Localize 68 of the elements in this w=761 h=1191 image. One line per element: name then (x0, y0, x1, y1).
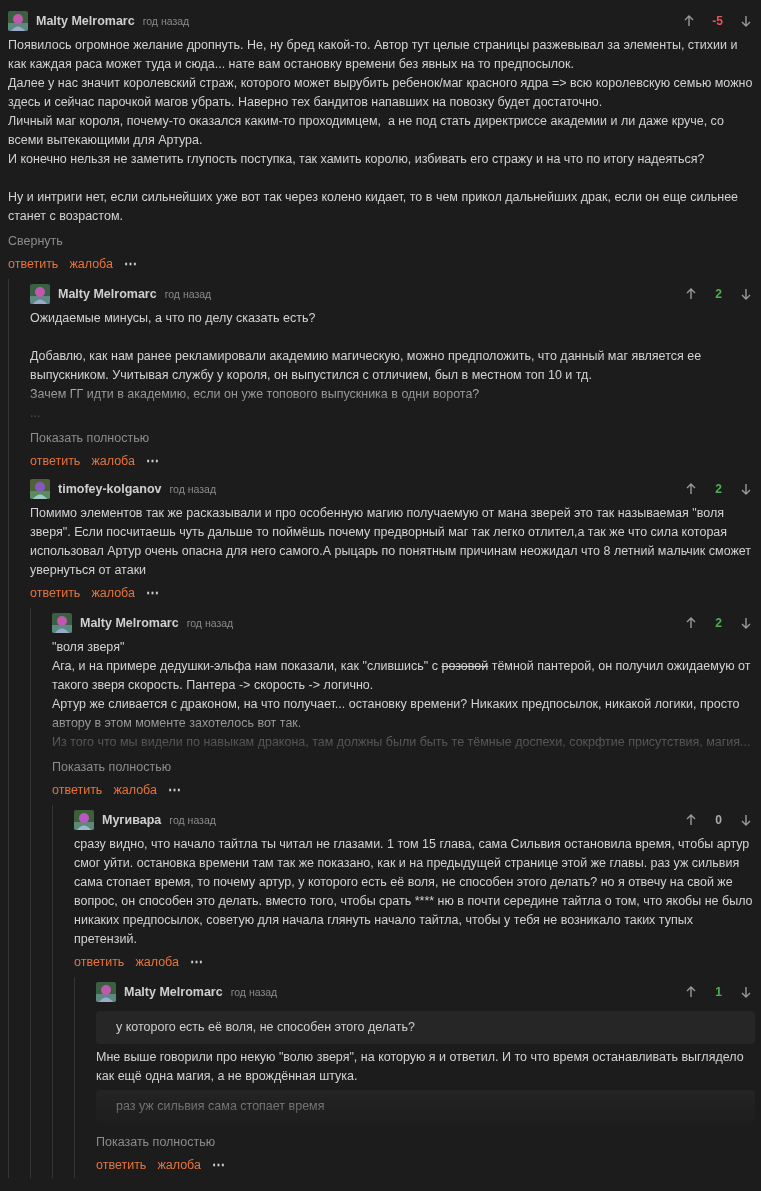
upvote-icon[interactable] (686, 986, 696, 998)
author-name[interactable]: Malty Melromarc (58, 284, 157, 304)
comment-text: И конечно нельзя не заметить глупость поступка, так хамить королю, избивать его стражу и на что по итогу надеяться? (8, 151, 706, 168)
score: 2 (714, 285, 723, 303)
downvote-icon[interactable] (741, 483, 751, 495)
author-name[interactable]: Malty Melromarc (80, 613, 179, 633)
timestamp: год назад (169, 481, 217, 497)
quote-block: у которого есть её воля, не способен этого делать? (96, 1011, 755, 1044)
reply-link[interactable]: ответить (30, 583, 81, 603)
expand-link[interactable]: Свернуть (8, 232, 63, 251)
comment-text: сразу видно, что начало тайтла ты читал не глазами. 1 том 15 глава, сама Сильвия остановила время, чтобы артур смог уйти. остановка времени там так же показано, как и на предыдущей странице этой же главы. раз уж сильвия сама стопает время, то почему артур, у которого есть её воля, не способен этого делать? но я отвечу на свой же вопрос, он способен это делать. вместо того, чтобы срать **** ню в почти середине тайтла о том, что якобы не было никаких предпосылок, советую для начала глянуть начало тайтла, чтобы у тебя не возникало таких тупых претензий. (74, 836, 754, 948)
downvote-icon[interactable] (741, 814, 751, 826)
reply-link[interactable]: ответить (74, 952, 125, 972)
comment-text: Ожидаемые минусы, а что по делу сказать есть? (30, 310, 317, 327)
upvote-icon[interactable] (684, 15, 695, 27)
reply-link[interactable]: ответить (30, 451, 81, 471)
comment-text: Ага, и на примере дедушки-эльфа нам показали, как "слившись" с розовой тёмной пантерой, он получил ожидаемую от такого зверя скорость. Пантера -> скорость -> логично. (52, 658, 752, 694)
upvote-icon[interactable] (686, 288, 696, 300)
comment-text: Появилось огромное желание дропнуть. Не, ну бред какой-то. Автор тут целые страницы разжевывал за элементы, стихии и как каждая раса может туда и сюда... нате вам остановку времени без явных на то предпосылок. (8, 37, 739, 73)
score: 1 (714, 983, 723, 1001)
comment-text: Личный маг короля, почему-то оказался каким-то проходимцем, а не под стать директриссе академии и ли даже круче, со всеми вытекающими для Артура. (8, 113, 725, 149)
timestamp: год назад (164, 286, 212, 302)
score: 0 (714, 811, 723, 829)
reply-link[interactable]: ответить (52, 780, 103, 800)
upvote-icon[interactable] (686, 483, 696, 495)
comment-text: Помимо элементов так же расказывали и про особенную магию получаемую от мана зверей это так называемая "воля зверя". Если посчитаешь чуть дальше то поймёшь почему предворный маг так легко отлител,а так же что сила которая использовал Артур очень опасна для него самого.А рыцарь по понятным причинам неожидал что 8 летний мальчик сможет увернуться от атаки (30, 505, 753, 579)
author-name[interactable]: Malty Melromarc (124, 982, 223, 1002)
upvote-icon[interactable] (686, 814, 696, 826)
comment-text: Далее у нас значит королевский страж, которого может вырубить ребенок/маг красного ядра => всю королевскую семью можно здесь и сейчас парочкой магов убрать. Наверно тех бандитов напавших на повозку будет достаточно. (8, 75, 754, 111)
more-menu[interactable]: ⋯ (123, 254, 137, 274)
more-menu[interactable]: ⋯ (167, 780, 181, 800)
expand-link[interactable]: Показать полностью (30, 429, 150, 448)
more-menu[interactable]: ⋯ (145, 583, 159, 603)
report-link[interactable]: жалоба (91, 583, 135, 603)
comment-text: Зачем ГГ идти в академию, если он уже топового выпускника в одни ворота? (30, 386, 481, 403)
timestamp: год назад (186, 615, 234, 631)
score: 2 (714, 480, 723, 498)
report-link[interactable]: жалоба (135, 952, 179, 972)
downvote-icon[interactable] (741, 986, 751, 998)
comment-text: ... (30, 405, 42, 422)
timestamp: год назад (142, 13, 190, 29)
downvote-icon[interactable] (741, 617, 751, 629)
comment-text: "воля зверя" (52, 639, 126, 656)
author-name[interactable]: Malty Melromarc (36, 11, 135, 31)
author-name[interactable]: Мугивара (102, 810, 162, 830)
comment-text: Артур же сливается с драконом, на что получает... остановку времени? Никаких предпосылок, никакой логики, просто автору в этом моменте захотелось вот так. (52, 696, 741, 732)
reply-link[interactable]: ответить (8, 254, 59, 274)
report-link[interactable]: жалоба (91, 451, 135, 471)
author-name[interactable]: timofey-kolganov (58, 479, 162, 499)
comment-text: Добавлю, как нам ранее рекламировали академию магическую, можно предположить, что данный маг является ее выпускником. Учитывая службу у короля, он выпустился с отличием, был в местном топ 10 и тд. (30, 348, 703, 384)
upvote-icon[interactable] (686, 617, 696, 629)
more-menu[interactable]: ⋯ (211, 1155, 225, 1175)
timestamp: год назад (230, 984, 278, 1000)
reply-link[interactable]: ответить (96, 1155, 147, 1175)
downvote-icon[interactable] (741, 15, 751, 27)
score: 2 (714, 614, 723, 632)
expand-link[interactable]: Показать полностью (96, 1133, 216, 1152)
timestamp: год назад (169, 812, 216, 828)
score: -5 (712, 12, 723, 30)
report-link[interactable]: жалоба (157, 1155, 201, 1175)
more-menu[interactable]: ⋯ (145, 451, 159, 471)
more-menu[interactable]: ⋯ (189, 952, 203, 972)
report-link[interactable]: жалоба (113, 780, 157, 800)
comment-text: Мне выше говорили про некую "волю зверя", на которую я и ответил. И то что время останавливать выглядело как ещё одна магия, а не врождённая штука. (96, 1049, 745, 1085)
report-link[interactable]: жалоба (69, 254, 113, 274)
comment-text: Ну и интриги нет, если сильнейших уже вот так через колено кидает, то в чем прикол дальнейших драк, если он еще сильнее станет с возрастом. (8, 189, 740, 225)
downvote-icon[interactable] (741, 288, 751, 300)
expand-link[interactable]: Показать полностью (52, 758, 172, 777)
